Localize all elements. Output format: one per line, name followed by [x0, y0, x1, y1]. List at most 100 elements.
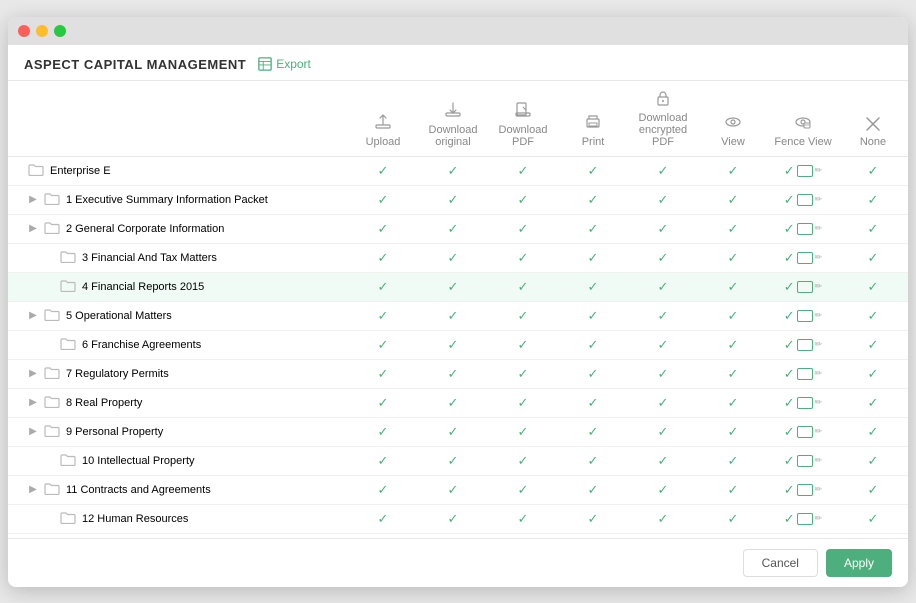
check-cell[interactable]: ✓ ✏ — [768, 446, 838, 475]
check-cell[interactable]: ✓ ✏ — [768, 504, 838, 533]
check-cell[interactable]: ✓ — [348, 446, 418, 475]
check-cell[interactable]: ✓ — [488, 475, 558, 504]
check-cell[interactable]: ✓ — [348, 330, 418, 359]
expand-icon[interactable]: ▶ — [28, 310, 38, 321]
check-cell[interactable]: ✓ — [628, 185, 698, 214]
check-cell[interactable]: ✓ — [628, 156, 698, 185]
check-cell[interactable]: ✓ ✏ — [768, 243, 838, 272]
check-cell[interactable]: ✓ — [418, 359, 488, 388]
export-button[interactable]: Export — [258, 57, 311, 71]
cancel-button[interactable]: Cancel — [743, 549, 818, 577]
check-cell[interactable]: ✓ — [348, 272, 418, 301]
check-cell[interactable]: ✓ — [488, 330, 558, 359]
check-cell[interactable]: ✓ — [488, 504, 558, 533]
check-cell[interactable]: ✓ — [628, 301, 698, 330]
expand-icon[interactable]: ▶ — [28, 194, 38, 205]
check-cell[interactable]: ✓ — [698, 388, 768, 417]
check-cell[interactable]: ✓ — [838, 504, 908, 533]
check-cell[interactable]: ✓ — [558, 272, 628, 301]
check-cell[interactable]: ✓ ✏ — [768, 330, 838, 359]
expand-icon[interactable]: ▶ — [28, 484, 38, 495]
expand-icon[interactable]: ▶ — [28, 397, 38, 408]
check-cell[interactable]: ✓ ✏ — [768, 475, 838, 504]
check-cell[interactable]: ✓ — [698, 301, 768, 330]
check-cell[interactable]: ✓ — [628, 243, 698, 272]
check-cell[interactable]: ✓ ✏ — [768, 301, 838, 330]
check-cell[interactable]: ✓ — [488, 185, 558, 214]
check-cell[interactable]: ✓ — [418, 301, 488, 330]
check-cell[interactable]: ✓ — [418, 475, 488, 504]
check-cell[interactable]: ✓ — [698, 272, 768, 301]
check-cell[interactable]: ✓ — [838, 330, 908, 359]
check-cell[interactable]: ✓ — [698, 330, 768, 359]
check-cell[interactable]: ✓ ✏ — [768, 185, 838, 214]
check-cell[interactable]: ✓ — [628, 330, 698, 359]
apply-button[interactable]: Apply — [826, 549, 892, 577]
check-cell[interactable]: ✓ — [348, 475, 418, 504]
table-row[interactable]: ▶9 Personal Property✓✓✓✓✓✓ ✓ ✏ ✓ — [8, 417, 908, 446]
check-cell[interactable]: ✓ — [488, 156, 558, 185]
check-cell[interactable]: ✓ — [698, 185, 768, 214]
table-row[interactable]: 3 Financial And Tax Matters✓✓✓✓✓✓ ✓ ✏ ✓ — [8, 243, 908, 272]
minimize-button[interactable] — [36, 25, 48, 37]
check-cell[interactable]: ✓ — [698, 359, 768, 388]
check-cell[interactable]: ✓ — [558, 156, 628, 185]
check-cell[interactable]: ✓ — [418, 185, 488, 214]
check-cell[interactable]: ✓ — [348, 301, 418, 330]
check-cell[interactable]: ✓ — [838, 446, 908, 475]
check-cell[interactable]: ✓ — [488, 446, 558, 475]
check-cell[interactable]: ✓ — [698, 417, 768, 446]
check-cell[interactable]: ✓ — [418, 388, 488, 417]
check-cell[interactable]: ✓ — [558, 243, 628, 272]
table-row[interactable]: Enterprise E✓✓✓✓✓✓ ✓ ✏ ✓ — [8, 156, 908, 185]
check-cell[interactable]: ✓ ✏ — [768, 417, 838, 446]
close-button[interactable] — [18, 25, 30, 37]
check-cell[interactable]: ✓ — [558, 214, 628, 243]
check-cell[interactable]: ✓ — [348, 185, 418, 214]
check-cell[interactable]: ✓ — [628, 446, 698, 475]
check-cell[interactable]: ✓ — [488, 243, 558, 272]
table-container[interactable]: Upload Download original D — [8, 81, 908, 538]
check-cell[interactable]: ✓ — [558, 359, 628, 388]
check-cell[interactable]: ✓ — [418, 214, 488, 243]
table-row[interactable]: ▶5 Operational Matters✓✓✓✓✓✓ ✓ ✏ ✓ — [8, 301, 908, 330]
check-cell[interactable]: ✓ — [348, 243, 418, 272]
check-cell[interactable]: ✓ — [558, 446, 628, 475]
check-cell[interactable]: ✓ — [558, 330, 628, 359]
expand-icon[interactable]: ▶ — [28, 368, 38, 379]
check-cell[interactable]: ✓ — [418, 504, 488, 533]
check-cell[interactable]: ✓ — [348, 214, 418, 243]
table-row[interactable]: ▶1 Executive Summary Information Packet✓… — [8, 185, 908, 214]
check-cell[interactable]: ✓ — [418, 156, 488, 185]
check-cell[interactable]: ✓ — [698, 214, 768, 243]
check-cell[interactable]: ✓ — [558, 301, 628, 330]
check-cell[interactable]: ✓ — [628, 475, 698, 504]
check-cell[interactable]: ✓ — [838, 475, 908, 504]
check-cell[interactable]: ✓ — [558, 185, 628, 214]
check-cell[interactable]: ✓ — [698, 156, 768, 185]
check-cell[interactable]: ✓ — [628, 417, 698, 446]
table-row[interactable]: 10 Intellectual Property✓✓✓✓✓✓ ✓ ✏ ✓ — [8, 446, 908, 475]
check-cell[interactable]: ✓ — [558, 475, 628, 504]
check-cell[interactable]: ✓ — [348, 417, 418, 446]
check-cell[interactable]: ✓ — [488, 359, 558, 388]
check-cell[interactable]: ✓ — [348, 359, 418, 388]
check-cell[interactable]: ✓ — [698, 243, 768, 272]
check-cell[interactable]: ✓ — [698, 446, 768, 475]
check-cell[interactable]: ✓ — [418, 446, 488, 475]
check-cell[interactable]: ✓ — [838, 417, 908, 446]
check-cell[interactable]: ✓ — [628, 359, 698, 388]
check-cell[interactable]: ✓ — [488, 272, 558, 301]
check-cell[interactable]: ✓ — [418, 417, 488, 446]
table-row[interactable]: ▶7 Regulatory Permits✓✓✓✓✓✓ ✓ ✏ ✓ — [8, 359, 908, 388]
check-cell[interactable]: ✓ — [418, 330, 488, 359]
check-cell[interactable]: ✓ — [488, 301, 558, 330]
check-cell[interactable]: ✓ — [418, 272, 488, 301]
check-cell[interactable]: ✓ — [558, 504, 628, 533]
expand-icon[interactable]: ▶ — [28, 426, 38, 437]
check-cell[interactable]: ✓ — [838, 301, 908, 330]
check-cell[interactable]: ✓ — [838, 156, 908, 185]
check-cell[interactable]: ✓ — [838, 272, 908, 301]
check-cell[interactable]: ✓ — [838, 243, 908, 272]
table-row[interactable]: 12 Human Resources✓✓✓✓✓✓ ✓ ✏ ✓ — [8, 504, 908, 533]
